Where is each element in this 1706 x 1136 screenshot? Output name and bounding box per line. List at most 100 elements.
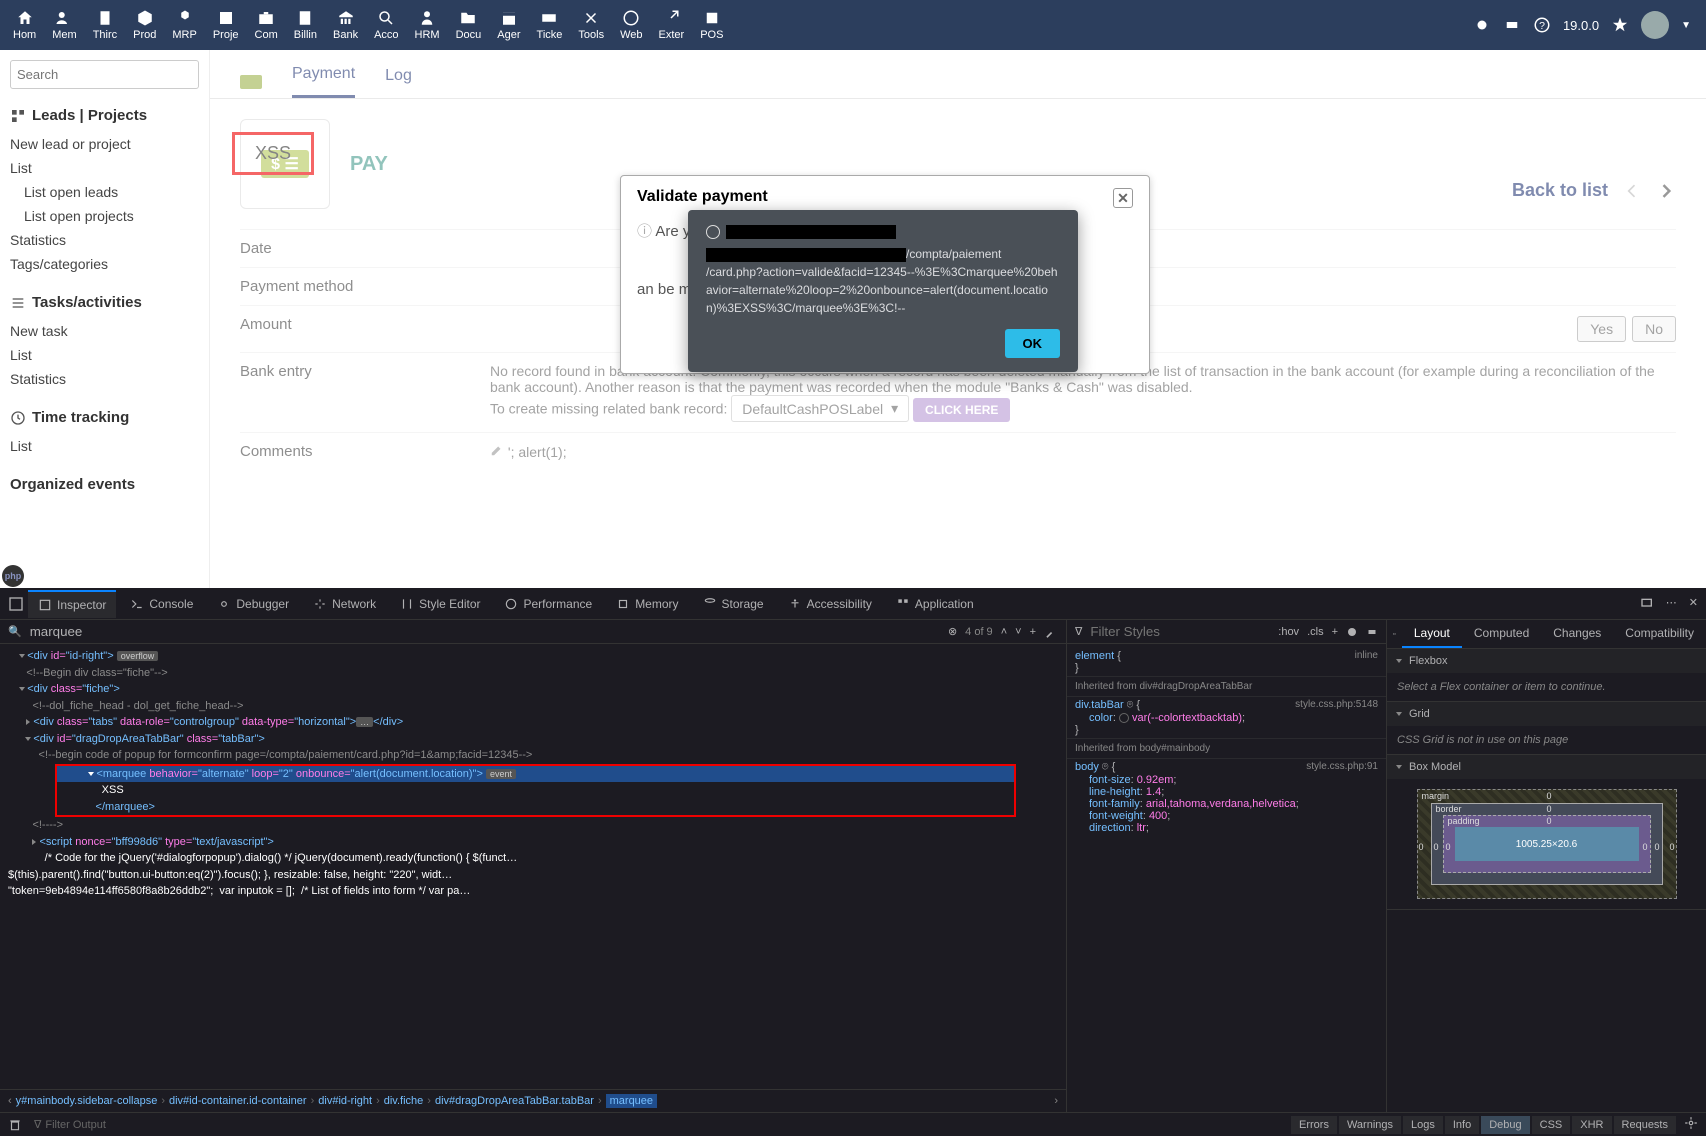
html-panel: 🔍 ⊗ 4 of 9 ˄ ˅ + <div id="id-right"> ove…	[0, 620, 1066, 1112]
tab-memory[interactable]: Memory	[606, 591, 688, 617]
help-icon[interactable]: ?	[1533, 16, 1551, 34]
sidebar-toggle-icon[interactable]	[1393, 626, 1396, 642]
footer-info[interactable]: Info	[1445, 1116, 1479, 1134]
user-avatar[interactable]	[1641, 11, 1669, 39]
nav-thirdparties[interactable]: Thirc	[85, 5, 125, 45]
grid-heading[interactable]: Grid	[1409, 708, 1430, 720]
layout-tab-layout[interactable]: Layout	[1402, 620, 1462, 648]
search-input[interactable]	[10, 60, 199, 89]
sidebar-link[interactable]: List open projects	[10, 204, 199, 228]
settings-icon[interactable]	[1684, 1116, 1698, 1130]
alert-ok-button[interactable]: OK	[1005, 329, 1061, 358]
php-badge[interactable]: php	[2, 565, 24, 587]
close-devtools[interactable]: ✕	[1689, 596, 1698, 612]
network-icon	[313, 597, 327, 611]
footer-xhr[interactable]: XHR	[1572, 1116, 1611, 1134]
boxmodel-heading[interactable]: Box Model	[1409, 761, 1461, 773]
search-count: 4 of 9	[965, 626, 993, 638]
caret-down-icon[interactable]: ▼	[1681, 20, 1691, 31]
nav-documents[interactable]: Docu	[448, 5, 490, 45]
nav-projects[interactable]: Proje	[205, 5, 247, 45]
dialog-text-start: Are y	[655, 223, 690, 240]
tab-application[interactable]: Application	[886, 591, 984, 617]
nav-billing[interactable]: Billin	[286, 5, 325, 45]
nav-bank[interactable]: Bank	[325, 5, 366, 45]
layout-tab-changes[interactable]: Changes	[1541, 620, 1613, 648]
footer-css[interactable]: CSS	[1532, 1116, 1571, 1134]
sidebar-heading-time: Time tracking	[10, 409, 199, 426]
globe-icon	[706, 225, 720, 239]
nav-commercial[interactable]: Com	[247, 5, 286, 45]
layout-tab-compat[interactable]: Compatibility	[1613, 620, 1706, 648]
footer-logs[interactable]: Logs	[1403, 1116, 1443, 1134]
dialog-title: Validate payment	[637, 188, 768, 208]
devtools-footer: ∇ Filter Output Errors Warnings Logs Inf…	[0, 1112, 1706, 1136]
tab-accessibility[interactable]: Accessibility	[778, 591, 882, 617]
tools-icon	[582, 9, 600, 27]
bug-icon[interactable]	[1473, 16, 1491, 34]
tab-style-editor[interactable]: Style Editor	[390, 591, 490, 617]
responsive-icon[interactable]	[1640, 596, 1656, 612]
nav-tools[interactable]: Tools	[570, 5, 612, 45]
memory-icon	[616, 597, 630, 611]
breadcrumb[interactable]: ‹ y#mainbody.sidebar-collapse› div#id-co…	[0, 1089, 1066, 1112]
nav-accounting[interactable]: Acco	[366, 5, 406, 45]
nav-products[interactable]: Prod	[125, 5, 164, 45]
sidebar-link[interactable]: List	[10, 156, 199, 180]
cls-toggle[interactable]: .cls	[1307, 626, 1324, 638]
hov-toggle[interactable]: :hov	[1278, 626, 1299, 638]
tab-storage[interactable]: Storage	[693, 591, 774, 617]
search-down[interactable]: ˅	[1015, 626, 1021, 638]
layout-tab-computed[interactable]: Computed	[1462, 620, 1541, 648]
nav-pos[interactable]: POS	[692, 5, 731, 45]
list-icon	[10, 295, 26, 311]
tab-performance[interactable]: Performance	[494, 591, 602, 617]
nav-home[interactable]: Hom	[5, 5, 44, 45]
nav-tickets[interactable]: Ticke	[529, 5, 571, 45]
dock-icon[interactable]	[8, 596, 24, 612]
add-element[interactable]: +	[1030, 626, 1036, 638]
clock-icon	[10, 410, 26, 426]
nav-agenda[interactable]: Ager	[489, 5, 528, 45]
sidebar-link[interactable]: Tags/categories	[10, 252, 199, 276]
filter-styles-input[interactable]	[1090, 624, 1270, 639]
nav-members[interactable]: Mem	[44, 5, 84, 45]
tab-network[interactable]: Network	[303, 591, 386, 617]
sidebar-link[interactable]: List open leads	[10, 180, 199, 204]
more-icon[interactable]: ⋯	[1666, 596, 1679, 612]
eyedropper-icon[interactable]	[1044, 625, 1058, 639]
box-model-diagram[interactable]: margin0 border0 padding0 1005.25×20.6 00…	[1417, 789, 1677, 899]
trash-icon[interactable]	[8, 1118, 22, 1132]
print-icon[interactable]	[1503, 16, 1521, 34]
tab-inspector[interactable]: Inspector	[28, 590, 116, 618]
clear-search[interactable]: ⊗	[948, 625, 957, 638]
dialog-close[interactable]: ✕	[1113, 188, 1133, 208]
sidebar-link[interactable]: Statistics	[10, 367, 199, 391]
sidebar-link[interactable]: Statistics	[10, 228, 199, 252]
sidebar-link[interactable]: List	[10, 434, 199, 458]
redacted-host	[726, 225, 896, 239]
external-icon	[662, 9, 680, 27]
dom-search-input[interactable]	[30, 624, 940, 639]
tab-debugger[interactable]: Debugger	[207, 591, 299, 617]
sidebar-link[interactable]: List	[10, 343, 199, 367]
sidebar-link[interactable]: New task	[10, 319, 199, 343]
dom-tree[interactable]: <div id="id-right"> overflow <!--Begin d…	[0, 644, 1066, 1089]
add-rule[interactable]: +	[1332, 626, 1338, 638]
tab-console[interactable]: Console	[120, 591, 203, 617]
nav-hrm[interactable]: HRM	[407, 5, 448, 45]
footer-requests[interactable]: Requests	[1614, 1116, 1676, 1134]
footer-warnings[interactable]: Warnings	[1339, 1116, 1401, 1134]
print-sim-icon[interactable]	[1366, 626, 1378, 638]
footer-debug[interactable]: Debug	[1481, 1116, 1529, 1134]
footer-errors[interactable]: Errors	[1291, 1116, 1337, 1134]
filter-output-input[interactable]: Filter Output	[45, 1119, 106, 1131]
light-dark-icon[interactable]	[1346, 626, 1358, 638]
nav-external[interactable]: Exter	[651, 5, 693, 45]
flexbox-heading[interactable]: Flexbox	[1409, 655, 1448, 667]
search-up[interactable]: ˄	[1001, 626, 1007, 638]
nav-mrp[interactable]: MRP	[164, 5, 204, 45]
nav-websites[interactable]: Web	[612, 5, 650, 45]
sidebar-link[interactable]: New lead or project	[10, 132, 199, 156]
star-icon[interactable]	[1611, 16, 1629, 34]
